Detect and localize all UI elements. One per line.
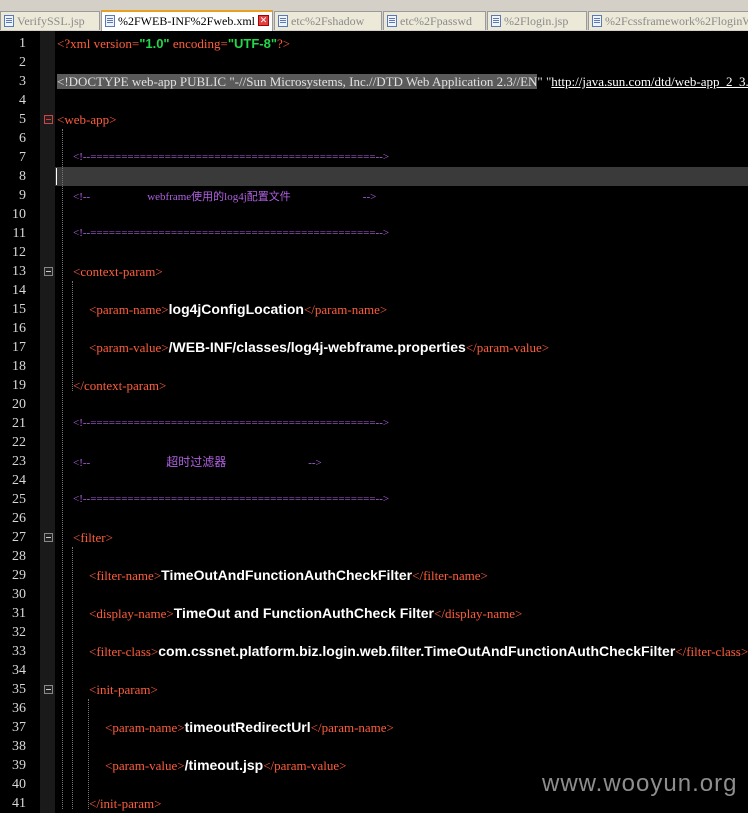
file-icon — [278, 15, 288, 27]
line-number: 30 — [12, 587, 26, 602]
code-line-3: <!DOCTYPE web-app PUBLIC "-//Sun Microsy… — [57, 72, 748, 91]
line-number: 34 — [12, 663, 26, 678]
fold-toggle-icon[interactable] — [44, 267, 53, 276]
tab-label: VerifySSL.jsp — [17, 14, 85, 28]
fold-toggle-icon[interactable] — [44, 115, 53, 124]
code-editor[interactable]: <?xml version="1.0" encoding="UTF-8"?> <… — [55, 31, 748, 813]
line-number: 27 — [12, 530, 26, 545]
tab-login-jsp[interactable]: %2Flogin.jsp — [487, 11, 587, 30]
line-number: 16 — [12, 321, 26, 336]
line-number: 19 — [12, 378, 26, 393]
fold-guide — [72, 547, 73, 809]
code-line-7: <!--====================================… — [73, 151, 390, 163]
line-number: 23 — [12, 454, 26, 469]
code-line-19: </context-param> — [73, 378, 167, 393]
fold-guide — [72, 281, 73, 391]
line-number: 22 — [12, 435, 26, 450]
line-number: 31 — [12, 606, 26, 621]
line-number: 3 — [19, 74, 26, 89]
tab-cssframework-login[interactable]: %2Fcssframework%2FloginW — [588, 11, 748, 30]
code-line-35: <init-param> — [89, 682, 158, 697]
current-line-highlight — [55, 167, 748, 186]
fold-margin — [40, 31, 55, 813]
line-number: 24 — [12, 473, 26, 488]
code-line-39: <param-value>/timeout.jsp</param-value> — [105, 757, 347, 773]
line-number: 39 — [12, 758, 26, 773]
line-number: 8 — [19, 169, 26, 184]
line-number: 25 — [12, 492, 26, 507]
line-number: 6 — [19, 131, 26, 146]
line-number: 10 — [12, 207, 26, 222]
line-number: 26 — [12, 511, 26, 526]
file-icon — [4, 15, 14, 27]
fold-guide — [62, 129, 63, 809]
line-number: 9 — [19, 188, 26, 203]
code-line-13: <context-param> — [73, 264, 163, 279]
line-number: 20 — [12, 397, 26, 412]
tab-label: %2Fcssframework%2FloginW — [605, 14, 748, 28]
line-number: 11 — [12, 226, 26, 241]
tab-label: etc%2Fshadow — [291, 14, 365, 28]
code-line-11: <!--====================================… — [73, 227, 390, 239]
tab-etc-shadow[interactable]: etc%2Fshadow — [274, 11, 382, 30]
tab-web-xml[interactable]: %2FWEB-INF%2Fweb.xml ✕ — [101, 10, 273, 31]
code-line-1: <?xml version="1.0" encoding="UTF-8"?> — [57, 36, 291, 51]
code-line-21: <!--====================================… — [73, 417, 390, 429]
code-line-9: <!-- webframe使用的log4j配置文件 --> — [73, 191, 377, 203]
code-line-29: <filter-name>TimeOutAndFunctionAuthCheck… — [89, 567, 488, 583]
line-number: 7 — [19, 150, 26, 165]
tab-label: etc%2Fpasswd — [400, 14, 472, 28]
tab-bar: VerifySSL.jsp %2FWEB-INF%2Fweb.xml ✕ etc… — [0, 0, 748, 32]
code-line-23: <!-- 超时过滤器 --> — [73, 455, 322, 469]
file-icon — [491, 15, 501, 27]
line-number: 40 — [12, 777, 26, 792]
line-number: 37 — [12, 720, 26, 735]
code-line-27: <filter> — [73, 530, 113, 545]
line-number: 28 — [12, 549, 26, 564]
fold-toggle-icon[interactable] — [44, 685, 53, 694]
line-number: 33 — [12, 644, 26, 659]
file-icon — [105, 15, 115, 27]
watermark: www.wooyun.org — [542, 770, 738, 797]
fold-toggle-icon[interactable] — [44, 533, 53, 542]
line-number: 4 — [19, 93, 26, 108]
code-line-5: <web-app> — [57, 112, 117, 127]
tab-etc-passwd[interactable]: etc%2Fpasswd — [383, 11, 486, 30]
text-caret — [56, 168, 57, 185]
line-number: 14 — [12, 283, 26, 298]
line-number: 32 — [12, 625, 26, 640]
tab-verifyssl[interactable]: VerifySSL.jsp — [0, 11, 100, 30]
line-number: 35 — [12, 682, 26, 697]
code-line-25: <!--====================================… — [73, 493, 390, 505]
line-number: 17 — [12, 340, 26, 355]
file-icon — [592, 15, 602, 27]
line-number: 1 — [19, 36, 26, 51]
code-line-33: <filter-class>com.cssnet.platform.biz.lo… — [89, 643, 748, 659]
file-icon — [387, 15, 397, 27]
tab-label: %2FWEB-INF%2Fweb.xml — [118, 14, 255, 28]
dtd-link[interactable]: http://java.sun.com/dtd/web-app_2_3.dtd — [551, 74, 748, 89]
code-line-31: <display-name>TimeOut and FunctionAuthCh… — [89, 605, 523, 621]
line-number: 18 — [12, 359, 26, 374]
close-icon[interactable]: ✕ — [258, 15, 269, 26]
tab-label: %2Flogin.jsp — [504, 14, 569, 28]
line-number: 38 — [12, 739, 26, 754]
line-number: 21 — [12, 416, 26, 431]
code-line-41: </init-param> — [89, 796, 162, 811]
line-number: 2 — [19, 55, 26, 70]
line-number: 12 — [12, 245, 26, 260]
line-number: 5 — [19, 112, 26, 127]
code-line-17: <param-value>/WEB-INF/classes/log4j-webf… — [89, 339, 550, 355]
code-line-15: <param-name>log4jConfigLocation</param-n… — [89, 301, 388, 317]
line-number: 29 — [12, 568, 26, 583]
fold-guide — [88, 699, 89, 809]
line-number: 13 — [12, 264, 26, 279]
line-number: 15 — [12, 302, 26, 317]
code-line-37: <param-name>timeoutRedirectUrl</param-na… — [105, 719, 394, 735]
line-number: 36 — [12, 701, 26, 716]
line-number: 41 — [12, 796, 26, 811]
